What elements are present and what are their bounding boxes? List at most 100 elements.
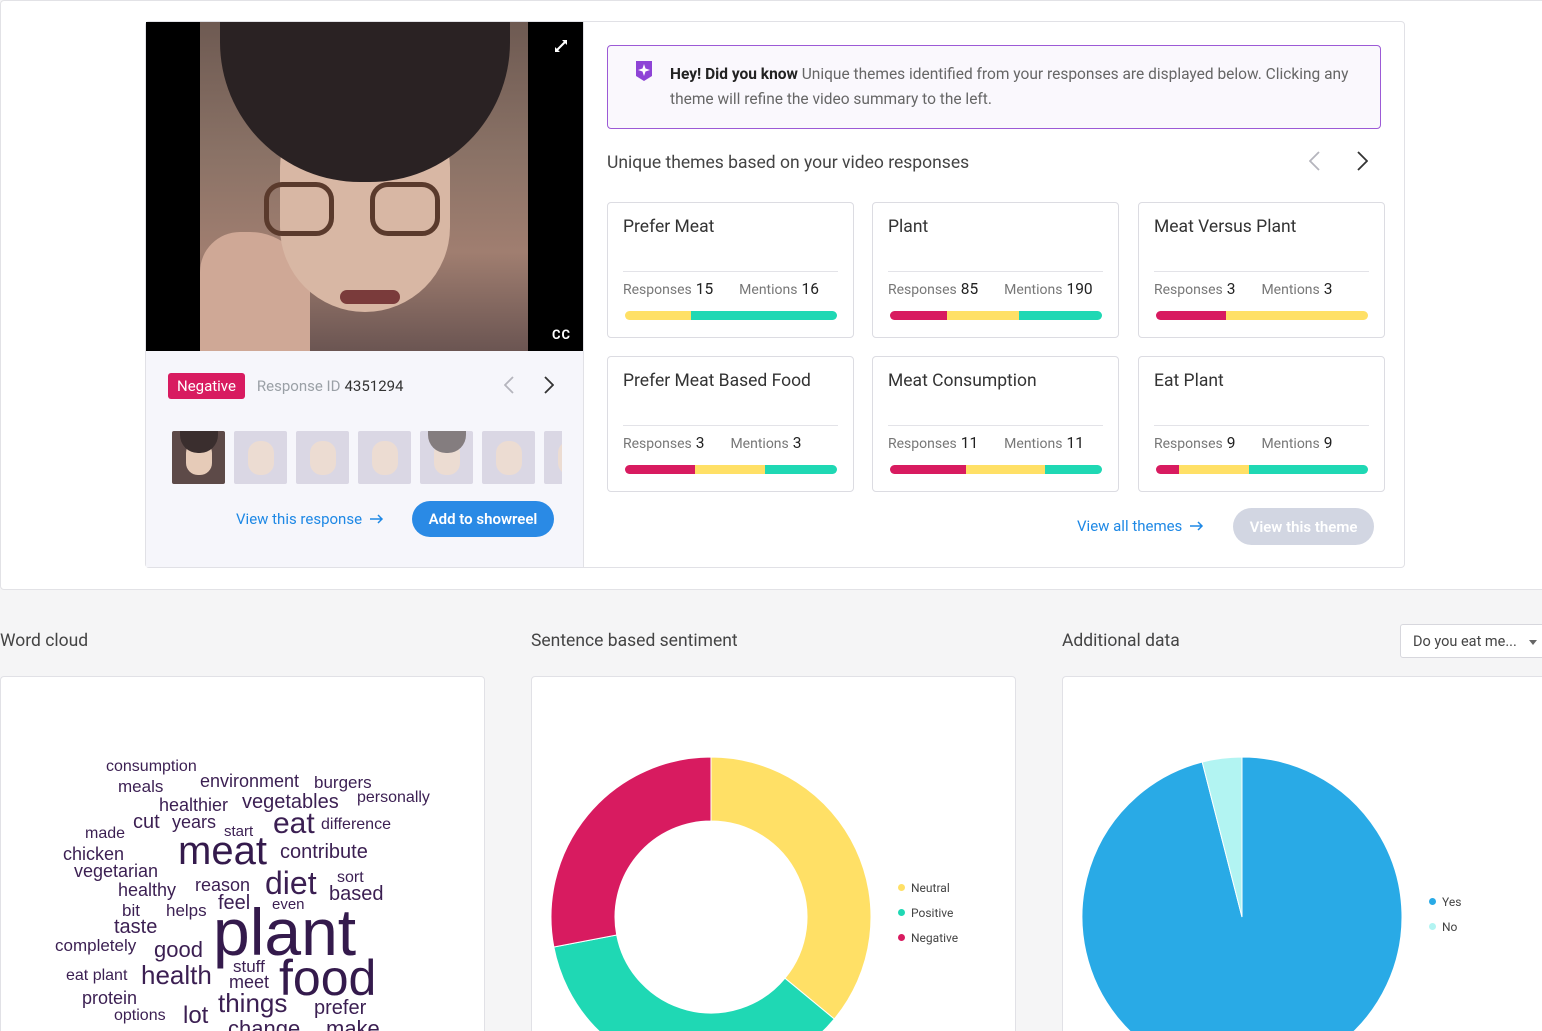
- mentions-count: 3: [1323, 280, 1333, 298]
- word-cloud-word[interactable]: options: [114, 1008, 166, 1024]
- legend-dot: [898, 884, 905, 891]
- word-cloud-word[interactable]: difference: [321, 817, 391, 833]
- word-cloud-word[interactable]: health: [141, 962, 212, 988]
- positive-segment: [690, 311, 837, 320]
- word-cloud-word[interactable]: vegetarian: [74, 862, 158, 880]
- next-response-button[interactable]: [540, 374, 558, 396]
- mentions-count: 3: [792, 434, 802, 452]
- pie-slice-neutral[interactable]: [710, 756, 872, 1020]
- closed-captions-button[interactable]: CC: [552, 328, 571, 343]
- sentiment-bar: [625, 311, 837, 320]
- response-thumbnail[interactable]: [482, 431, 535, 484]
- word-cloud-word[interactable]: meat: [178, 831, 267, 871]
- response-thumbnail[interactable]: [544, 431, 562, 484]
- legend-item[interactable]: Negative: [898, 925, 958, 950]
- neutral-segment: [625, 311, 691, 320]
- word-cloud-word[interactable]: make: [326, 1018, 380, 1031]
- response-thumbnail[interactable]: [172, 431, 225, 484]
- response-thumbnail[interactable]: [358, 431, 411, 484]
- word-cloud-word[interactable]: helps: [166, 902, 207, 919]
- theme-card[interactable]: Eat Plant Responses 9 Mentions 9: [1138, 356, 1385, 492]
- sentiment-bar: [1156, 465, 1368, 474]
- video-column: CC Negative Response ID 4351294 View thi…: [146, 22, 584, 567]
- word-cloud-word[interactable]: consumption: [106, 759, 197, 775]
- legend-item[interactable]: Yes: [1429, 889, 1461, 914]
- theme-stats: Responses 11 Mentions 11: [888, 434, 1084, 452]
- sentiment-title: Sentence based sentiment: [531, 631, 738, 651]
- theme-name: Prefer Meat: [623, 217, 715, 237]
- responses-count: 15: [695, 280, 714, 298]
- theme-card[interactable]: Meat Consumption Responses 11 Mentions 11: [872, 356, 1119, 492]
- mentions-label: Mentions: [1004, 282, 1063, 298]
- view-response-link[interactable]: View this response: [236, 510, 384, 528]
- theme-card[interactable]: Prefer Meat Based Food Responses 3 Mentions…: [607, 356, 854, 492]
- legend-label: No: [1442, 919, 1458, 934]
- response-thumbnail[interactable]: [234, 431, 287, 484]
- tip-banner: Hey! Did you know Unique themes identifi…: [607, 45, 1381, 129]
- word-cloud-word[interactable]: prefer: [314, 998, 366, 1018]
- additional-legend: Yes No: [1429, 889, 1461, 939]
- word-cloud-word[interactable]: environment: [200, 772, 299, 790]
- theme-card[interactable]: Plant Responses 85 Mentions 190: [872, 202, 1119, 338]
- neutral-segment: [1179, 465, 1250, 474]
- themes-title: Unique themes based on your video respon…: [607, 153, 970, 173]
- view-this-theme-button[interactable]: View this theme: [1233, 508, 1374, 545]
- question-select[interactable]: Do you eat me...: [1400, 624, 1542, 658]
- prev-response-button[interactable]: [500, 374, 518, 396]
- word-cloud-word[interactable]: contribute: [280, 842, 368, 862]
- word-cloud-word[interactable]: cut: [133, 812, 160, 832]
- word-cloud-word[interactable]: eat: [273, 809, 315, 839]
- neutral-segment: [1225, 311, 1368, 320]
- theme-card[interactable]: Meat Versus Plant Responses 3 Mentions 3: [1138, 202, 1385, 338]
- theme-name: Meat Consumption: [888, 371, 1037, 391]
- expand-icon[interactable]: [553, 38, 569, 54]
- word-cloud-word[interactable]: completely: [55, 937, 136, 954]
- response-id-label: Response ID: [256, 377, 341, 395]
- legend-dot: [1429, 898, 1436, 905]
- theme-stats: Responses 3 Mentions 3: [1154, 280, 1332, 298]
- arrow-right-icon: [370, 514, 384, 524]
- positive-segment: [1249, 465, 1368, 474]
- legend-item[interactable]: Positive: [898, 900, 958, 925]
- neutral-segment: [694, 465, 765, 474]
- neutral-segment: [947, 311, 1020, 320]
- chevron-down-icon: [1529, 640, 1537, 645]
- word-cloud-word[interactable]: lot: [183, 1004, 208, 1028]
- word-cloud-word[interactable]: change: [228, 1018, 300, 1031]
- sentiment-panel: Neutral Positive Negative: [531, 676, 1016, 1031]
- pie-slice-negative[interactable]: [550, 756, 712, 948]
- legend-item[interactable]: Neutral: [898, 875, 958, 900]
- question-select-value: Do you eat me...: [1413, 633, 1517, 650]
- responses-label: Responses: [623, 436, 692, 452]
- word-cloud-word[interactable]: food: [279, 953, 376, 1003]
- responses-count: 3: [1226, 280, 1236, 298]
- theme-name: Meat Versus Plant: [1154, 217, 1297, 237]
- word-cloud-word[interactable]: good: [154, 939, 203, 961]
- word-cloud-word[interactable]: protein: [82, 989, 137, 1007]
- word-cloud-word[interactable]: meals: [118, 778, 163, 795]
- word-cloud-title: Word cloud: [0, 631, 89, 651]
- sentiment-bar: [890, 311, 1102, 320]
- response-thumbnail[interactable]: [296, 431, 349, 484]
- word-cloud-panel: consumption meals environment burgers health…: [0, 676, 485, 1031]
- word-cloud-word[interactable]: things: [218, 990, 287, 1016]
- word-cloud-word[interactable]: healthy: [118, 881, 176, 899]
- word-cloud-word[interactable]: taste: [114, 917, 157, 937]
- themes-prev-button[interactable]: [1305, 150, 1323, 172]
- negative-segment: [890, 465, 967, 474]
- summary-panel: CC Negative Response ID 4351294 View thi…: [0, 0, 1542, 590]
- response-thumbnail[interactable]: [420, 431, 473, 484]
- sentiment-bar: [890, 465, 1102, 474]
- word-cloud-word[interactable]: made: [85, 826, 125, 842]
- word-cloud-word[interactable]: personally: [357, 790, 430, 806]
- sentiment-bar: [625, 465, 837, 474]
- video-player[interactable]: CC: [146, 22, 583, 351]
- legend-item[interactable]: No: [1429, 914, 1461, 939]
- word-cloud-word[interactable]: eat plant: [66, 968, 127, 984]
- add-to-showreel-button[interactable]: Add to showreel: [412, 501, 554, 537]
- additional-pie-chart: [1081, 756, 1403, 1031]
- themes-next-button[interactable]: [1353, 150, 1371, 172]
- theme-card[interactable]: Prefer Meat Responses 15 Mentions 16: [607, 202, 854, 338]
- view-all-themes-link[interactable]: View all themes: [1077, 517, 1204, 535]
- legend-label: Negative: [911, 930, 959, 945]
